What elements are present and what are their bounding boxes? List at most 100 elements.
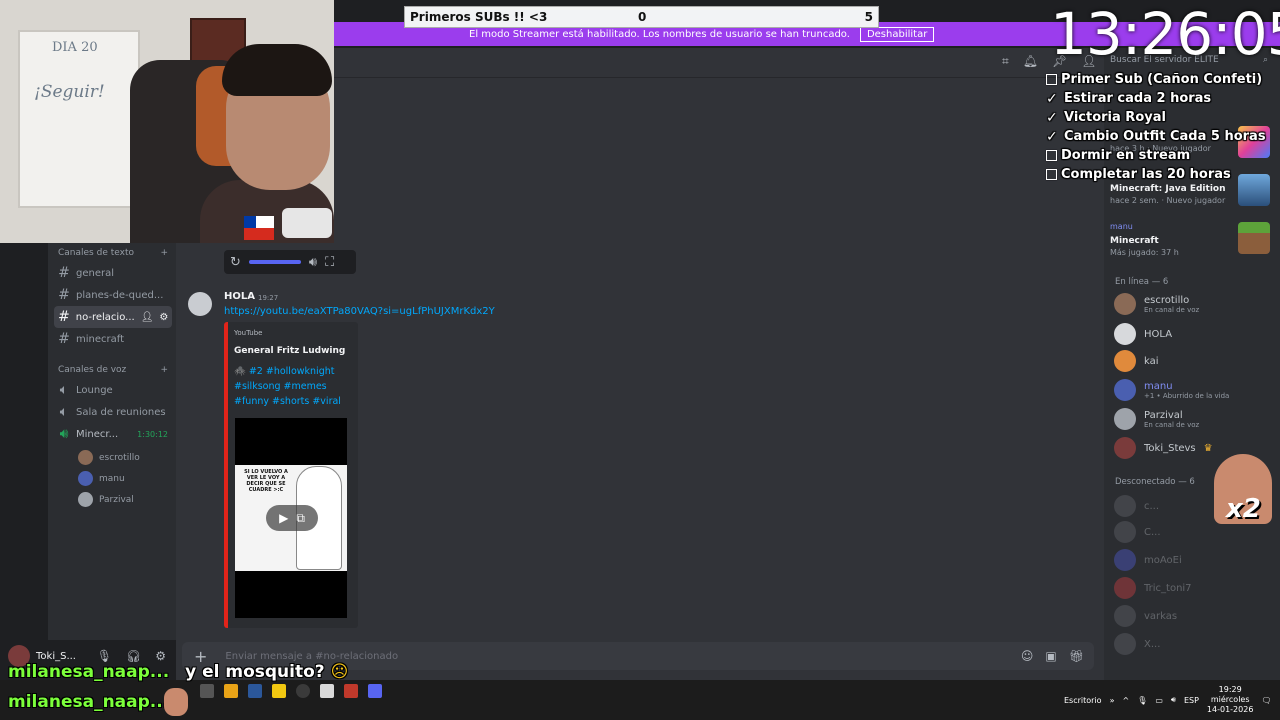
language-indicator[interactable]: ESP xyxy=(1184,696,1199,705)
microphone-icon[interactable]: 🎙︎ xyxy=(97,649,112,663)
avatar xyxy=(1114,437,1136,459)
disable-button[interactable]: Deshabilitar xyxy=(859,26,935,42)
user-name[interactable]: Toki_S... xyxy=(36,651,76,662)
member-row[interactable]: HOLA xyxy=(1114,320,1274,348)
app-icon[interactable] xyxy=(200,684,214,698)
word-icon[interactable] xyxy=(248,684,262,698)
emoji-icon[interactable]: ☺ xyxy=(1021,649,1034,663)
threads-icon[interactable]: ⌗ xyxy=(1002,54,1009,72)
avatar xyxy=(1114,577,1136,599)
member-name: Toki_Stevs xyxy=(1144,442,1196,454)
settings-icon[interactable]: ⚙ xyxy=(155,649,166,663)
avatar xyxy=(1114,495,1136,517)
bell-icon[interactable]: 🔔︎ xyxy=(1023,54,1038,72)
embed-title[interactable]: General Fritz Ludwing xyxy=(234,346,345,356)
checklist-item: Primer Sub (Cañon Confeti) xyxy=(1046,70,1280,89)
voice-channel-minecraft[interactable]: 🔊︎ Minecr... 1:30:12 xyxy=(54,423,172,445)
sub-goal-bar: Primeros SUBs !! <3 0 5 xyxy=(404,6,879,28)
channel-no-relacionado[interactable]: # no-relacio... 👤︎ ⚙ xyxy=(54,306,172,328)
voice-user-name: escrotillo xyxy=(99,452,140,463)
microphone-icon[interactable]: 🎙︎ xyxy=(1137,696,1147,705)
member-name: C... xyxy=(1144,526,1161,538)
multiplier-badge: x2 xyxy=(1226,494,1261,524)
channel-label: Minecr... xyxy=(76,428,119,440)
invite-icon[interactable]: 👤︎ xyxy=(141,312,154,323)
gift-icon[interactable]: 🎁︎ xyxy=(1069,649,1084,663)
embed-provider[interactable]: YouTube xyxy=(234,329,262,337)
notification-icon[interactable]: 🗨︎ xyxy=(1261,696,1271,705)
add-channel-icon[interactable]: + xyxy=(160,365,168,375)
app-icon[interactable] xyxy=(320,684,334,698)
chat-message: milanesa_naap... y el mosquito? ☹ xyxy=(8,662,348,682)
checklist-item: ✓ Victoria Royal xyxy=(1046,109,1166,126)
member-row[interactable]: escrotillo En canal de voz xyxy=(1114,290,1274,318)
sticker-icon[interactable]: ▣ xyxy=(1045,649,1056,663)
member-name: moAoEi xyxy=(1144,554,1182,566)
member-row[interactable]: Parzival En canal de voz xyxy=(1114,405,1274,433)
hash-icon: # xyxy=(58,309,70,325)
volume-slider[interactable] xyxy=(248,260,301,264)
fullscreen-icon[interactable]: ⛶ xyxy=(325,255,334,270)
sub-goal-current: 0 xyxy=(638,10,647,24)
text-channel-list: # general # planes-de-qued... # no-relacio.… xyxy=(54,262,172,350)
channel-label: planes-de-qued... xyxy=(76,289,164,301)
activity-card[interactable]: manu Minecraft Más jugado: 37 h xyxy=(1110,220,1274,260)
stream-clock: 13:26:05 xyxy=(1050,0,1280,68)
chevron-up-icon[interactable]: ^ xyxy=(1122,696,1129,705)
webcam-feed: DIA 20 ¡Seguir! xyxy=(0,0,334,243)
message-link[interactable]: https://youtu.be/eaXTPa80VAQ?si=ugLfPhUJ… xyxy=(224,306,495,317)
channel-label: Sala de reuniones xyxy=(76,406,166,418)
channel-label: Lounge xyxy=(76,384,113,396)
obs-icon[interactable] xyxy=(296,684,310,698)
taskbar-clock[interactable]: 19:29 miércoles 14-01-2026 xyxy=(1207,685,1254,715)
member-row[interactable]: kai xyxy=(1114,347,1274,375)
member-name: Tric_toni7 xyxy=(1144,582,1192,594)
channel-header xyxy=(334,48,1104,78)
avatar xyxy=(1114,323,1136,345)
channel-minecraft[interactable]: # minecraft xyxy=(54,328,172,350)
channel-label: no-relacio... xyxy=(75,311,135,323)
chevron-right-icon[interactable]: » xyxy=(1110,696,1115,705)
network-icon[interactable]: ▭ xyxy=(1155,696,1163,705)
checklist-item: Dormir en stream xyxy=(1046,146,1280,165)
avatar[interactable] xyxy=(188,292,212,316)
member-row[interactable]: X... xyxy=(1114,630,1274,658)
app-icon[interactable] xyxy=(272,684,286,698)
speaker-icon: 🔊︎ xyxy=(59,426,69,442)
voice-channel-sala[interactable]: 🔈︎ Sala de reuniones xyxy=(54,401,172,423)
voice-user[interactable]: Parzival xyxy=(78,489,140,510)
category-label: Canales de voz xyxy=(58,365,127,375)
member-row[interactable]: moAoEi xyxy=(1114,546,1274,574)
member-row[interactable]: varkas xyxy=(1114,602,1274,630)
member-row[interactable]: manu +1 • Aburrido de la vida xyxy=(1114,376,1274,404)
voice-user[interactable]: escrotillo xyxy=(78,447,140,468)
checkmark-icon: ✓ xyxy=(1046,90,1058,107)
open-external-icon[interactable]: ⧉ xyxy=(296,511,305,526)
hash-icon: # xyxy=(58,265,70,281)
activity-meta: hace 2 sem. · Nuevo jugador xyxy=(1110,196,1226,205)
voice-channels-category[interactable]: Canales de voz + xyxy=(58,365,168,375)
headphones-icon[interactable]: 🎧︎ xyxy=(126,649,141,663)
embed-description[interactable]: 🕷️ #2 #hollowknight #silksong #memes #fu… xyxy=(234,364,352,409)
offline-header: Desconectado — 6 xyxy=(1115,477,1195,487)
gear-icon[interactable]: ⚙ xyxy=(159,312,172,323)
add-channel-icon[interactable]: + xyxy=(160,248,168,258)
discord-icon[interactable] xyxy=(368,684,382,698)
member-name: c... xyxy=(1144,500,1160,512)
message-author[interactable]: HOLA xyxy=(224,291,255,302)
avatar xyxy=(1114,605,1136,627)
play-button[interactable]: ▶ ⧉ xyxy=(266,505,318,531)
member-row[interactable]: Tric_toni7 xyxy=(1114,574,1274,602)
desktop-label[interactable]: Escritorio xyxy=(1064,696,1102,705)
hash-icon: # xyxy=(58,331,70,347)
voice-channel-lounge[interactable]: 🔈︎ Lounge xyxy=(54,379,172,401)
channel-planes[interactable]: # planes-de-qued... xyxy=(54,284,172,306)
volume-icon[interactable]: 🔊︎ xyxy=(1171,695,1176,705)
voice-user[interactable]: manu xyxy=(78,468,140,489)
app-icon[interactable] xyxy=(224,684,238,698)
channel-general[interactable]: # general xyxy=(54,262,172,284)
replay-icon[interactable]: ↻ xyxy=(230,255,241,270)
text-channels-category[interactable]: Canales de texto + xyxy=(58,248,168,258)
volume-icon[interactable]: 🔊︎ xyxy=(309,255,317,270)
app-icon[interactable] xyxy=(344,684,358,698)
